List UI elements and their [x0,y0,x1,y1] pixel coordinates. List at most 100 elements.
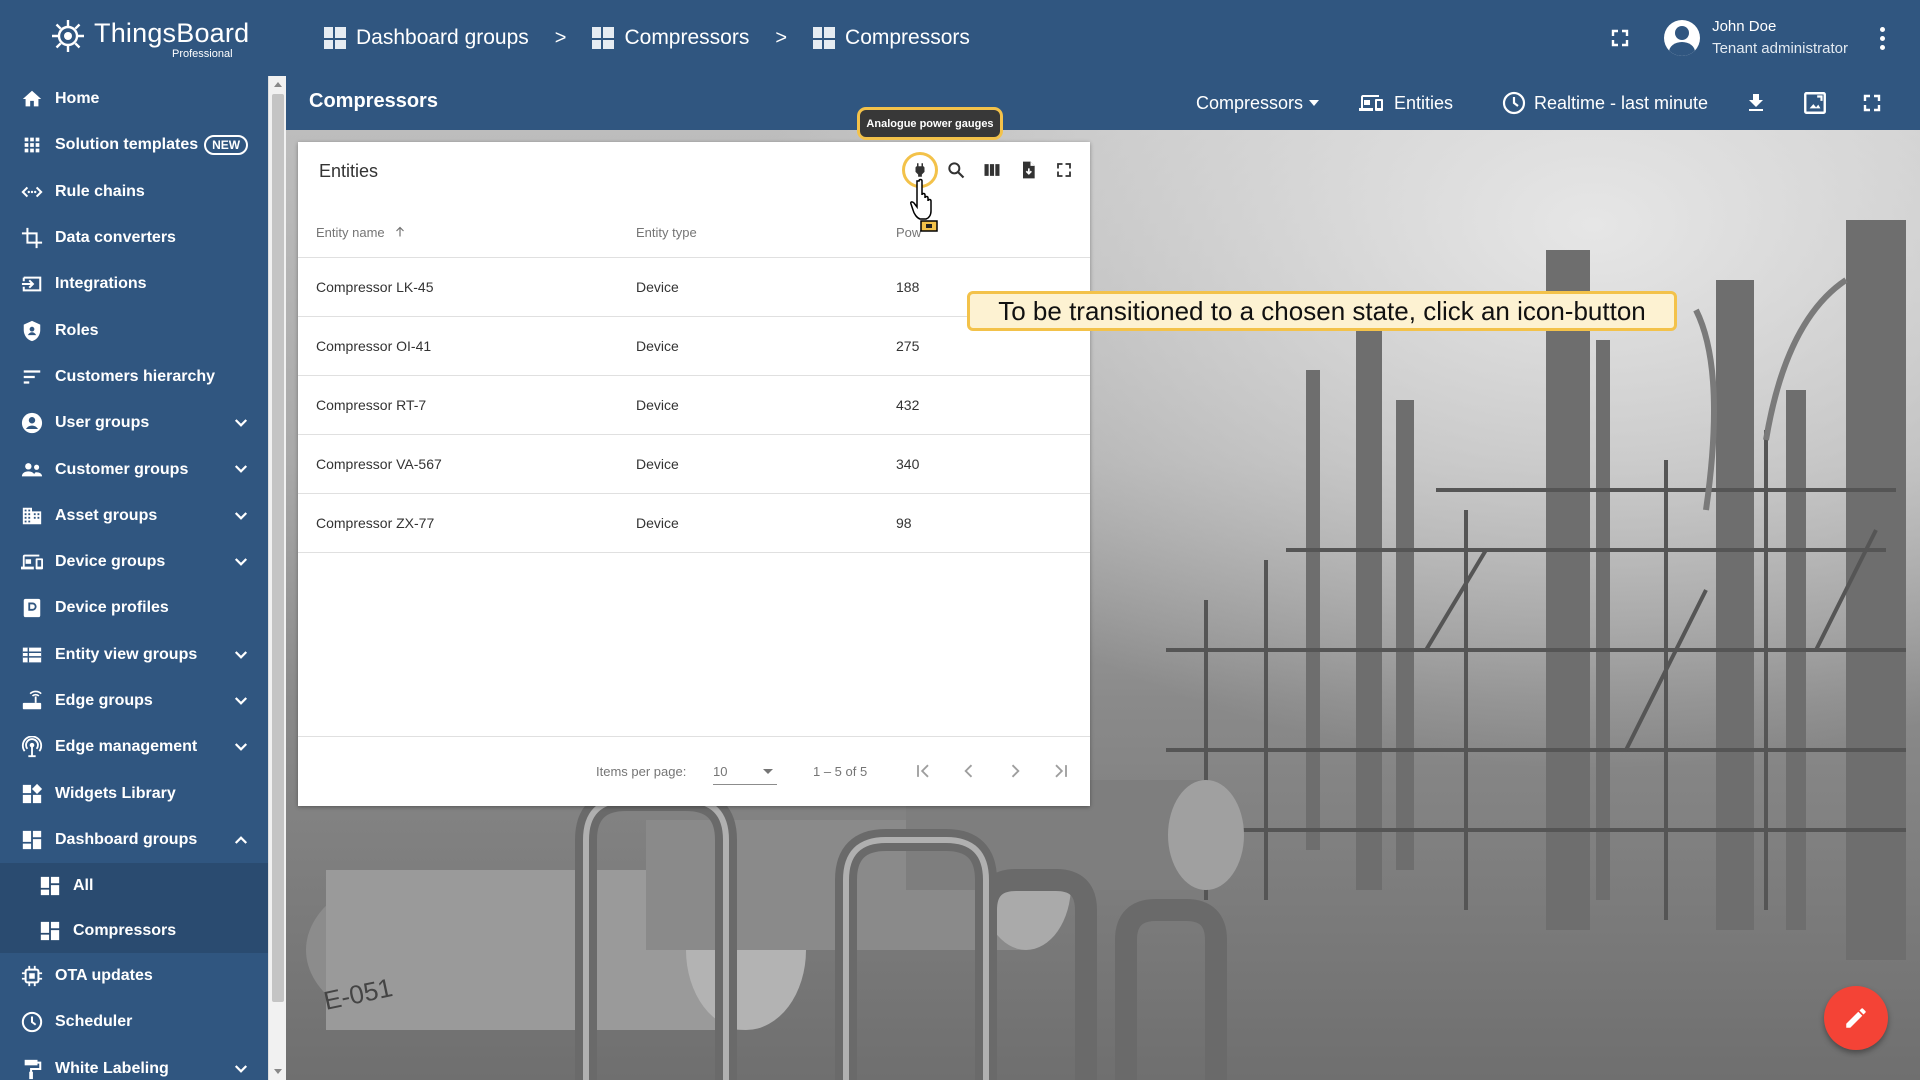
sidebar-item-data-converters[interactable]: Data converters [0,215,268,261]
sidebar-item-label: Home [55,90,100,108]
sidebar-item-home[interactable]: Home [0,76,268,122]
previous-page-button[interactable] [954,756,984,786]
state-select[interactable]: Compressors [1196,76,1320,130]
next-page-button[interactable] [1000,756,1030,786]
sidebar-item-integrations[interactable]: Integrations [0,261,268,307]
dashboard-fullscreen-button[interactable] [1860,76,1884,130]
sort-arrow-up-icon [396,226,405,237]
dashboard-icon [324,27,346,49]
column-header-entity-type[interactable]: Entity type [636,225,697,240]
chevron-down-icon[interactable] [232,692,250,710]
breadcrumb-item-compressors-group[interactable]: Compressors [592,26,749,50]
crop-icon [20,226,44,250]
last-page-button[interactable] [1046,756,1076,786]
chevron-down-icon[interactable] [232,738,250,756]
sidebar-item-compressors[interactable]: Compressors [0,908,268,953]
top-app-bar: ThingsBoard Professional Dashboard group… [0,0,1920,76]
sidebar-item-label: Compressors [73,921,177,939]
image-frame-icon [1804,92,1826,114]
sidebar-item-customers-hierarchy[interactable]: Customers hierarchy [0,354,268,400]
page-range-label: 1 – 5 of 5 [813,764,868,779]
items-per-page-select[interactable]: 10 [713,759,777,785]
sidebar-item-user-groups[interactable]: User groups [0,400,268,446]
fullscreen-icon[interactable] [1608,26,1632,50]
caret-down-icon [763,769,773,774]
state-select-value: Compressors [1196,92,1304,113]
breadcrumb-separator: > [554,26,567,49]
cell-power: 98 [896,515,912,531]
scrollbar-thumb[interactable] [272,94,284,1002]
chevron-down-icon[interactable] [232,414,250,432]
sidebar-item-device-groups[interactable]: Device groups [0,539,268,585]
dashboard-title: Compressors [309,90,438,112]
sidebar-item-rule-chains[interactable]: Rule chains [0,169,268,215]
sidebar-item-entity-view-groups[interactable]: Entity view groups [0,632,268,678]
column-header-entity-name[interactable]: Entity name [316,225,406,240]
export-button[interactable] [1744,76,1768,130]
cell-entity-name: Compressor ZX-77 [316,515,435,531]
scroll-down-arrow-icon[interactable] [274,1069,282,1074]
search-button[interactable] [938,152,974,188]
sidebar-item-roles[interactable]: Roles [0,307,268,353]
sidebar-scrollbar[interactable] [268,76,286,1080]
sidebar-item-label: Roles [55,321,99,339]
toggle-edit-layout-button[interactable] [1802,76,1828,130]
more-vert-icon[interactable] [1862,26,1902,50]
view-column-icon [984,164,1000,176]
sidebar-item-label: Integrations [55,275,147,293]
columns-button[interactable] [974,152,1010,188]
sidebar-item-label: Scheduler [55,1013,133,1031]
chevron-up-icon[interactable] [232,831,250,849]
settings-input-antenna-icon [20,735,44,759]
breadcrumb-item-dashboard-groups[interactable]: Dashboard groups [324,26,529,50]
sidebar-item-asset-groups[interactable]: Asset groups [0,493,268,539]
sidebar-item-dashboard-groups[interactable]: Dashboard groups [0,816,268,864]
sidebar-item-ota-updates[interactable]: OTA updates [0,953,268,999]
first-page-button[interactable] [908,756,938,786]
sidebar-item-label: Device groups [55,553,166,571]
sidebar-item-white-labeling[interactable]: White Labeling [0,1046,268,1080]
chevron-down-icon[interactable] [232,1060,250,1078]
chevron-down-icon[interactable] [232,646,250,664]
devices-icon [1359,95,1383,111]
logo[interactable]: ThingsBoard Professional [0,0,286,76]
cell-entity-name: Compressor VA-567 [316,456,442,472]
sidebar-item-scheduler[interactable]: Scheduler [0,999,268,1045]
sidebar-item-edge-management[interactable]: Edge management [0,724,268,770]
timewindow-button[interactable]: Realtime - last minute [1502,76,1708,130]
avatar[interactable] [1664,20,1701,56]
user-name: John Doe [1712,18,1777,35]
timewindow-label: Realtime - last minute [1534,92,1709,113]
logo-name: ThingsBoard [94,18,250,48]
export-button[interactable] [1010,152,1046,188]
widgets-icon [20,782,44,806]
chevron-down-icon[interactable] [232,553,250,571]
sidebar-item-edge-groups[interactable]: Edge groups [0,678,268,724]
table-row[interactable]: Compressor RT-7 Device 432 [298,376,1090,435]
logo-sub: Professional [172,48,233,60]
scroll-up-arrow-icon[interactable] [274,82,282,87]
edit-dashboard-button[interactable] [1824,986,1888,1050]
table-row[interactable]: Compressor VA-567 Device 340 [298,435,1090,494]
sidebar-item-solution-templates[interactable]: Solution templates NEW [0,122,268,168]
sidebar-item-all[interactable]: All [0,863,268,908]
widget-fullscreen-button[interactable] [1046,152,1082,188]
chevron-down-icon[interactable] [232,507,250,525]
breadcrumb: Dashboard groups > Compressors > Compres… [324,0,970,76]
sidebar-item-widgets-library[interactable]: Widgets Library [0,770,268,816]
sidebar-item-customer-groups[interactable]: Customer groups [0,446,268,492]
breadcrumb-separator: > [775,26,788,49]
entities-button[interactable]: Entities [1358,76,1453,130]
new-badge: NEW [204,135,249,156]
table-row[interactable]: Compressor ZX-77 Device 98 [298,494,1090,553]
sidebar-item-device-profiles[interactable]: Device profiles [0,585,268,631]
fullscreen-icon [1863,94,1881,112]
dashboard-toolbar: Compressors Compressors Entities Realtim… [286,76,1920,130]
cell-entity-type: Device [636,397,679,413]
cell-entity-type: Device [636,338,679,354]
user-info[interactable]: John Doe Tenant administrator [1712,16,1848,60]
apps-grid-icon [20,133,44,157]
chevron-down-icon[interactable] [232,460,250,478]
sidebar: Home Solution templates NEW Rule chains … [0,76,268,1080]
schedule-icon [20,1010,44,1034]
